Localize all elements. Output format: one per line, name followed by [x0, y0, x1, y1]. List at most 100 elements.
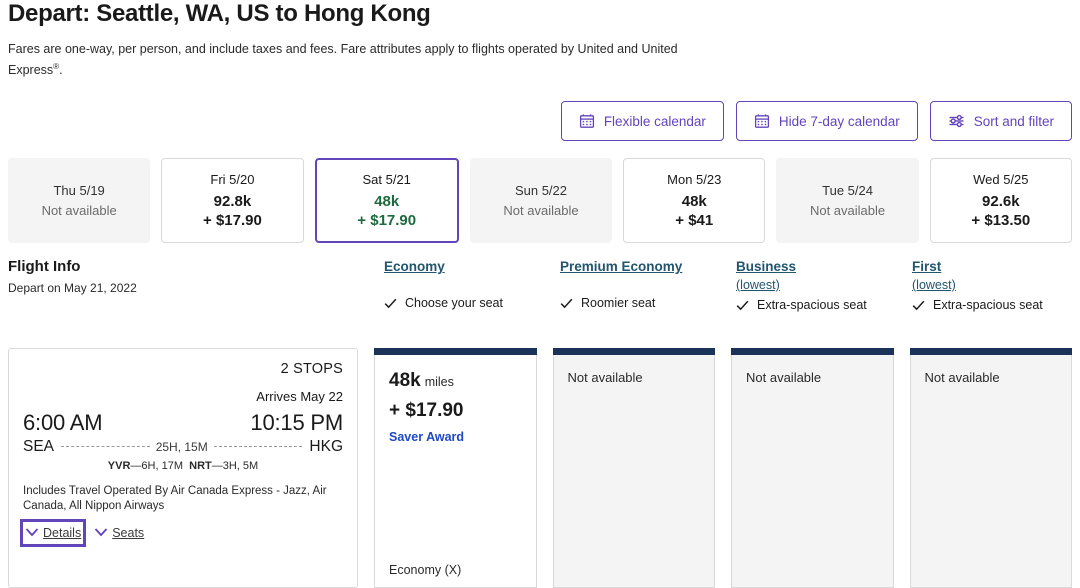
date-label: Sun 5/22 — [514, 183, 567, 198]
date-cell-sun-5-22[interactable]: Sun 5/22 Not available — [469, 158, 613, 243]
date-price: + $17.90 — [357, 211, 417, 229]
flight-duration: 25H, 15M — [155, 440, 208, 454]
layover-1-code: YVR — [107, 460, 131, 472]
cabin-feature-label: Choose your seat — [405, 296, 503, 310]
sort-and-filter-button[interactable]: Sort and filter — [929, 101, 1072, 141]
fare-miles-value: 48k — [389, 370, 421, 391]
date-label: Tue 5/24 — [822, 183, 873, 198]
page-title: Depart: Seattle, WA, US to Hong Kong — [8, 0, 431, 27]
flight-info-depart-date: Depart on May 21, 2022 — [8, 281, 137, 295]
details-link-label: Details — [43, 526, 82, 540]
cabin-feature-label: Extra-spacious seat — [933, 298, 1043, 312]
flight-route: SEA 25H, 15M HKG — [23, 438, 343, 456]
cabin-feature-economy: Choose your seat — [384, 296, 544, 310]
layover-1-dash: — — [130, 460, 142, 472]
fare-column-premium-economy: Not available — [537, 348, 715, 588]
flight-depart-time: 6:00 AM — [23, 410, 103, 435]
calendar-icon — [579, 113, 595, 129]
flight-arrives-date: Arrives May 22 — [256, 389, 343, 404]
page-subtitle: Fares are one-way, per person, and inclu… — [8, 41, 698, 79]
fare-card-premium-economy: Not available — [552, 348, 715, 588]
cabin-link-premium-economy[interactable]: Premium Economy — [560, 259, 682, 274]
flight-details-card: 2 STOPS Arrives May 22 6:00 AM 10:15 PM … — [8, 348, 358, 588]
flight-arrive-time: 10:15 PM — [250, 410, 343, 435]
flexible-calendar-label: Flexible calendar — [603, 113, 706, 129]
flexible-calendar-button[interactable]: Flexible calendar — [560, 101, 724, 141]
fare-column-business: Not available — [715, 348, 894, 588]
date-label: Fri 5/20 — [210, 171, 255, 187]
layover-2-code: NRT — [189, 460, 212, 472]
date-cell-wed-5-25[interactable]: Wed 5/25 92.6k + $13.50 — [929, 158, 1072, 243]
date-label: Thu 5/19 — [53, 183, 105, 198]
fare-card-economy[interactable]: 48k miles + $17.90 Saver Award Economy (X… — [374, 348, 537, 588]
date-unavailable-label: Not available — [809, 203, 886, 218]
fare-column-economy: 48k miles + $17.90 Saver Award Economy (X… — [358, 348, 537, 588]
cabin-feature-premium-economy: Roomier seat — [560, 296, 720, 310]
date-cell-thu-5-19[interactable]: Thu 5/19 Not available — [8, 158, 151, 243]
layover-2-duration: 3H, 5M — [222, 460, 259, 472]
flight-stops: 2 STOPS — [280, 361, 343, 377]
date-price: + $41 — [675, 211, 714, 229]
route-dash-left — [61, 446, 150, 448]
seats-link[interactable]: Seats — [92, 522, 146, 544]
fare-class-economy: Economy (X) — [389, 563, 462, 577]
date-cell-sat-5-21[interactable]: Sat 5/21 48k + $17.90 — [314, 158, 459, 243]
layover-2-dash: — — [211, 460, 223, 472]
flight-info-title: Flight Info — [8, 258, 81, 275]
cabin-lowest-link-business[interactable]: (lowest) — [736, 278, 896, 292]
seats-link-label: Seats — [112, 526, 145, 540]
date-miles: 92.6k — [982, 192, 1020, 210]
cabin-feature-label: Extra-spacious seat — [757, 298, 867, 312]
fare-column-first: Not available — [894, 348, 1072, 588]
page-subtitle-text: Fares are one-way, per person, and inclu… — [8, 42, 678, 78]
flight-destination-code: HKG — [309, 438, 343, 455]
check-icon — [384, 297, 397, 310]
flight-route-middle: 25H, 15M — [61, 440, 303, 454]
calendar-icon — [754, 113, 770, 129]
layover-1-duration: 6H, 17M — [141, 460, 183, 472]
hide-7day-calendar-button[interactable]: Hide 7-day calendar — [735, 101, 918, 141]
flight-times: 6:00 AM 10:15 PM — [23, 410, 343, 436]
date-cell-tue-5-24[interactable]: Tue 5/24 Not available — [776, 158, 919, 243]
date-strip: Thu 5/19 Not available Fri 5/20 92.8k + … — [8, 158, 1072, 243]
date-miles: 92.8k — [213, 192, 252, 210]
date-unavailable-label: Not available — [41, 203, 117, 218]
cabin-link-business[interactable]: Business — [736, 259, 796, 274]
date-price: + $13.50 — [971, 211, 1031, 229]
cabin-link-first[interactable]: First — [912, 259, 941, 274]
flight-info-header: Flight Info Depart on May 21, 2022 — [8, 258, 368, 312]
date-miles: 48k — [681, 192, 707, 210]
details-link[interactable]: Details — [19, 519, 87, 547]
date-miles: 48k — [374, 192, 400, 210]
route-dash-right — [213, 446, 303, 448]
cabin-column-economy: Economy Choose your seat — [368, 258, 544, 312]
cabin-column-business: Business (lowest) Extra-spacious seat — [720, 258, 896, 312]
cabin-lowest-link-first[interactable]: (lowest) — [912, 278, 1072, 292]
cabin-column-first: First (lowest) Extra-spacious seat — [896, 258, 1072, 312]
fare-card-first: Not available — [909, 348, 1072, 588]
date-label: Sat 5/21 — [362, 171, 411, 187]
fare-unavailable-business: Not available — [746, 370, 822, 385]
fare-miles-economy: 48k miles — [389, 370, 522, 393]
cabin-column-premium-economy: Premium Economy Roomier seat — [544, 258, 720, 312]
page-subtitle-period: . — [59, 63, 63, 78]
date-label: Wed 5/25 — [973, 171, 1029, 187]
check-icon — [736, 299, 749, 312]
cabin-header-row: Flight Info Depart on May 21, 2022 Econo… — [8, 258, 1072, 312]
cabin-feature-first: Extra-spacious seat — [912, 298, 1072, 312]
sliders-icon — [948, 113, 965, 129]
fare-miles-unit: miles — [424, 375, 454, 389]
fare-unavailable-first: Not available — [924, 370, 1000, 385]
date-unavailable-label: Not available — [503, 203, 579, 218]
fare-tag-economy: Saver Award — [389, 430, 465, 444]
fare-card-business: Not available — [731, 348, 894, 588]
flight-result-row: 2 STOPS Arrives May 22 6:00 AM 10:15 PM … — [8, 348, 1072, 588]
date-label: Mon 5/23 — [667, 171, 722, 187]
cabin-feature-label: Roomier seat — [581, 296, 656, 310]
date-cell-mon-5-23[interactable]: Mon 5/23 48k + $41 — [623, 158, 766, 243]
chevron-down-icon — [94, 524, 108, 542]
check-icon — [912, 299, 925, 312]
flight-operated-by: Includes Travel Operated By Air Canada E… — [23, 485, 327, 512]
date-cell-fri-5-20[interactable]: Fri 5/20 92.8k + $17.90 — [161, 158, 304, 243]
cabin-link-economy[interactable]: Economy — [384, 259, 445, 274]
